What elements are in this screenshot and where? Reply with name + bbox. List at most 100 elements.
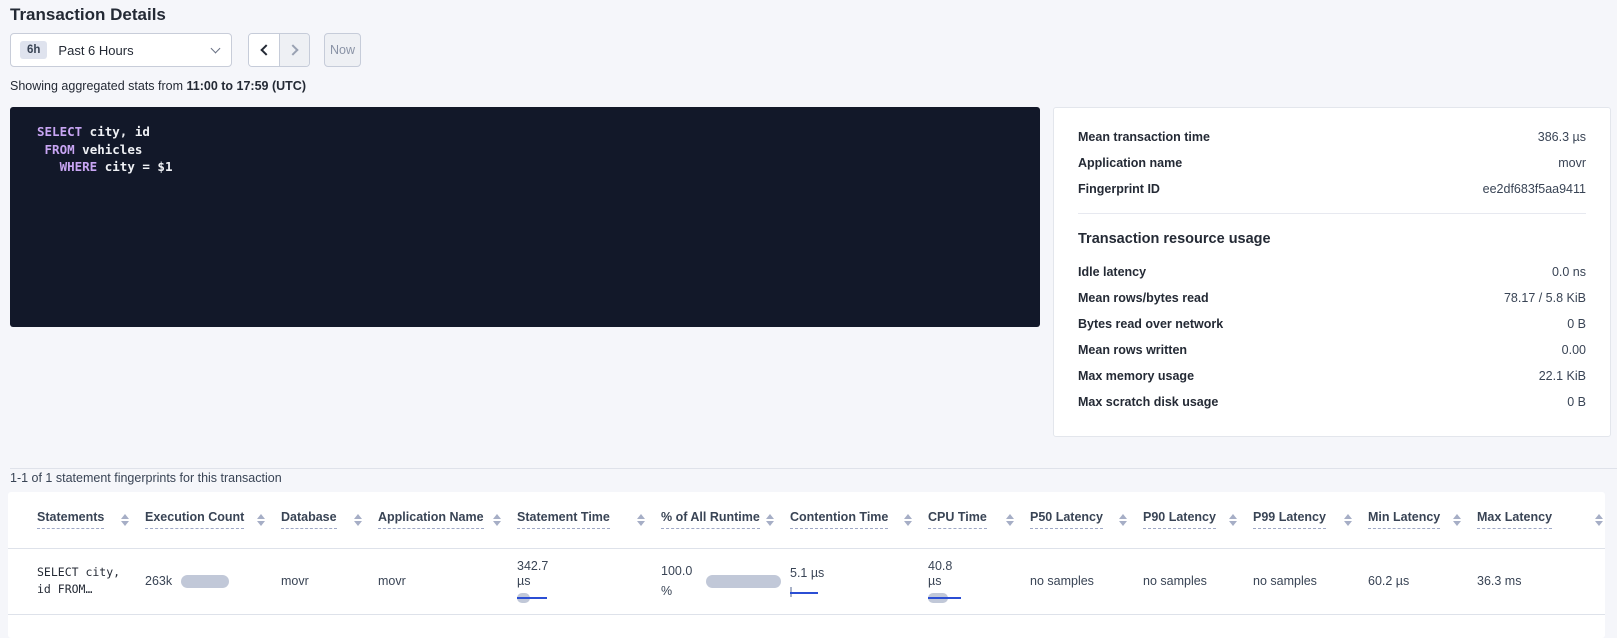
p90-latency-cell: no samples bbox=[1143, 548, 1253, 614]
resource-value: 0 B bbox=[1567, 395, 1586, 410]
statement-time-cell: 342.7 µs bbox=[517, 548, 661, 614]
chevron-down-icon bbox=[211, 43, 221, 53]
summary-row: Mean transaction time 386.3 µs bbox=[1078, 130, 1586, 145]
execution-count-cell: 263k bbox=[145, 548, 281, 614]
runtime-pct-cell: 100.0% bbox=[661, 548, 790, 614]
transaction-summary-card: Mean transaction time 386.3 µs Applicati… bbox=[1053, 107, 1611, 437]
sort-icon bbox=[1119, 514, 1127, 526]
time-range-label: Past 6 Hours bbox=[58, 43, 133, 58]
fingerprints-count-caption: 1-1 of 1 statement fingerprints for this… bbox=[10, 471, 282, 485]
sort-icon bbox=[1229, 514, 1237, 526]
sort-icon bbox=[1595, 514, 1603, 526]
page-title: Transaction Details bbox=[10, 5, 166, 25]
resource-row: Max memory usage 22.1 KiB bbox=[1078, 369, 1586, 384]
interval-badge: 6h bbox=[20, 41, 47, 59]
statements-table-card: Statements Execution Count Database Appl… bbox=[8, 492, 1605, 638]
cpu-time-cell: 40.8 µs bbox=[928, 548, 1030, 614]
summary-label: Application name bbox=[1078, 156, 1182, 171]
sort-icon bbox=[354, 514, 362, 526]
statement-link[interactable]: SELECT city, id FROM… bbox=[37, 565, 120, 596]
table-header-row: Statements Execution Count Database Appl… bbox=[8, 492, 1605, 548]
summary-value: ee2df683f5aa9411 bbox=[1483, 182, 1586, 197]
contention-time-bar bbox=[790, 587, 820, 597]
next-range-button[interactable] bbox=[279, 34, 309, 66]
chevron-left-icon bbox=[260, 44, 271, 55]
resource-row: Idle latency 0.0 ns bbox=[1078, 265, 1586, 280]
sort-icon bbox=[121, 514, 129, 526]
resource-value: 78.17 / 5.8 KiB bbox=[1504, 291, 1586, 306]
contention-time-cell: 5.1 µs bbox=[790, 548, 928, 614]
column-header-p99-latency[interactable]: P99 Latency bbox=[1253, 492, 1368, 548]
column-header-cpu-time[interactable]: CPU Time bbox=[928, 492, 1030, 548]
cpu-time-bar bbox=[928, 593, 961, 603]
now-button[interactable]: Now bbox=[324, 33, 361, 67]
statement-row: SELECT city, id FROM… 263k movr movr 342… bbox=[8, 548, 1605, 614]
divider bbox=[1078, 213, 1586, 214]
sql-line: FROM vehicles bbox=[37, 141, 1040, 159]
column-header-statements[interactable]: Statements bbox=[8, 492, 145, 548]
application-name-cell: movr bbox=[378, 548, 517, 614]
resource-usage-heading: Transaction resource usage bbox=[1078, 231, 1586, 247]
sort-icon bbox=[493, 514, 501, 526]
resource-row: Bytes read over network 0 B bbox=[1078, 317, 1586, 332]
summary-row: Fingerprint ID ee2df683f5aa9411 bbox=[1078, 182, 1586, 197]
sort-icon bbox=[766, 514, 774, 526]
column-header-max-latency[interactable]: Max Latency bbox=[1477, 492, 1605, 548]
caption-prefix: Showing aggregated stats from bbox=[10, 79, 187, 93]
summary-label: Mean transaction time bbox=[1078, 130, 1210, 145]
sort-icon bbox=[1453, 514, 1461, 526]
sql-line: WHERE city = $1 bbox=[37, 158, 1040, 176]
statements-table: Statements Execution Count Database Appl… bbox=[8, 492, 1605, 615]
caption-range: 11:00 to 17:59 (UTC) bbox=[187, 79, 306, 93]
resource-label: Mean rows/bytes read bbox=[1078, 291, 1209, 306]
resource-value: 0.00 bbox=[1562, 343, 1586, 358]
resource-row: Mean rows/bytes read 78.17 / 5.8 KiB bbox=[1078, 291, 1586, 306]
summary-value: 386.3 µs bbox=[1538, 130, 1586, 145]
time-range-pager bbox=[248, 33, 310, 67]
summary-row: Application name movr bbox=[1078, 156, 1586, 171]
section-divider bbox=[10, 468, 1617, 469]
column-header-statement-time[interactable]: Statement Time bbox=[517, 492, 661, 548]
time-range-dropdown[interactable]: 6h Past 6 Hours bbox=[10, 33, 232, 67]
column-header-database[interactable]: Database bbox=[281, 492, 378, 548]
resource-value: 0 B bbox=[1567, 317, 1586, 332]
max-latency-cell: 36.3 ms bbox=[1477, 548, 1605, 614]
resource-value: 22.1 KiB bbox=[1539, 369, 1586, 384]
column-header-contention-time[interactable]: Contention Time bbox=[790, 492, 928, 548]
sql-line: SELECT city, id bbox=[37, 123, 1040, 141]
resource-label: Max scratch disk usage bbox=[1078, 395, 1218, 410]
column-header-runtime-pct[interactable]: % of All Runtime bbox=[661, 492, 790, 548]
sort-icon bbox=[904, 514, 912, 526]
time-controls: 6h Past 6 Hours Now bbox=[10, 33, 361, 67]
resource-label: Max memory usage bbox=[1078, 369, 1194, 384]
summary-value: movr bbox=[1558, 156, 1586, 171]
resource-row: Max scratch disk usage 0 B bbox=[1078, 395, 1586, 410]
column-header-min-latency[interactable]: Min Latency bbox=[1368, 492, 1477, 548]
aggregated-stats-caption: Showing aggregated stats from 11:00 to 1… bbox=[10, 79, 306, 93]
resource-label: Mean rows written bbox=[1078, 343, 1187, 358]
resource-row: Mean rows written 0.00 bbox=[1078, 343, 1586, 358]
previous-range-button[interactable] bbox=[249, 34, 279, 66]
column-header-application-name[interactable]: Application Name bbox=[378, 492, 517, 548]
runtime-pct-bar bbox=[706, 575, 781, 588]
min-latency-cell: 60.2 µs bbox=[1368, 548, 1477, 614]
summary-label: Fingerprint ID bbox=[1078, 182, 1160, 197]
column-header-p90-latency[interactable]: P90 Latency bbox=[1143, 492, 1253, 548]
statement-time-bar bbox=[517, 593, 547, 603]
column-header-execution-count[interactable]: Execution Count bbox=[145, 492, 281, 548]
sql-statement-box: SELECT city, id FROM vehicles WHERE city… bbox=[10, 107, 1040, 327]
database-cell: movr bbox=[281, 548, 378, 614]
p50-latency-cell: no samples bbox=[1030, 548, 1143, 614]
resource-label: Idle latency bbox=[1078, 265, 1146, 280]
p99-latency-cell: no samples bbox=[1253, 548, 1368, 614]
sort-icon bbox=[257, 514, 265, 526]
column-header-p50-latency[interactable]: P50 Latency bbox=[1030, 492, 1143, 548]
chevron-right-icon bbox=[287, 44, 298, 55]
resource-value: 0.0 ns bbox=[1552, 265, 1586, 280]
sort-icon bbox=[637, 514, 645, 526]
execution-count-bar bbox=[181, 575, 229, 588]
sort-icon bbox=[1006, 514, 1014, 526]
sort-icon bbox=[1344, 514, 1352, 526]
resource-label: Bytes read over network bbox=[1078, 317, 1223, 332]
transaction-details-page: Transaction Details 6h Past 6 Hours Now … bbox=[0, 0, 1617, 638]
